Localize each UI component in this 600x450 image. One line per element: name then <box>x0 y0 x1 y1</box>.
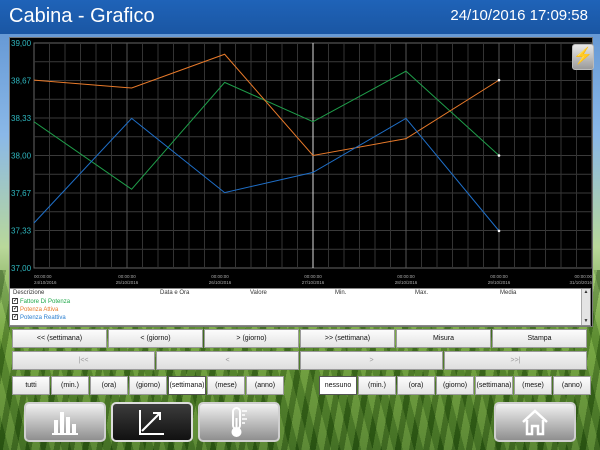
range-right-settimana[interactable]: (settimana) <box>475 376 513 395</box>
home-button[interactable] <box>494 402 576 442</box>
line-chart[interactable]: 39,0038,6738,3338,0037,6737,3337,0000:00… <box>10 38 594 290</box>
col-max: Max. <box>415 290 429 296</box>
prev-day-button[interactable]: < (giorno) <box>108 329 203 348</box>
last-button[interactable]: >>| <box>444 351 587 370</box>
col-descrizione: Descrizione <box>13 290 45 296</box>
legend-item-reattiva[interactable]: ✓ Potenza Reattiva <box>12 314 66 322</box>
range-left-tutti[interactable]: tutti <box>12 376 50 395</box>
range-right-giorno[interactable]: (giorno) <box>436 376 474 395</box>
x-tick-time: 00:00:00 <box>211 274 229 279</box>
y-tick-label: 39,00 <box>11 39 32 48</box>
range-left-ora[interactable]: (ora) <box>90 376 128 395</box>
datetime-display: 24/10/2016 17:09:58 <box>450 7 588 24</box>
line-chart-icon <box>139 410 164 435</box>
col-media: Media <box>500 290 517 296</box>
y-tick-label: 38,00 <box>11 152 32 161</box>
next-day-button[interactable]: > (giorno) <box>204 329 299 348</box>
thermometer-icon <box>231 407 247 437</box>
y-tick-label: 37,67 <box>11 189 32 198</box>
x-tick-time: 00:00:00 <box>118 274 136 279</box>
home-icon <box>522 409 548 436</box>
y-tick-label: 37,33 <box>11 227 32 236</box>
col-valore: Valore <box>250 290 267 296</box>
info-header: Descrizione Data e Ora Valore Min. Max. … <box>10 290 582 298</box>
legend-label: Potenza Reattiva <box>20 315 66 321</box>
line-chart-button[interactable] <box>111 402 193 442</box>
prev-button[interactable]: < <box>156 351 299 370</box>
legend-item-fattore[interactable]: ✓ Fattore Di Potenza <box>12 298 70 306</box>
x-tick-date: 28/10/2016 <box>395 280 418 285</box>
bar-chart-button[interactable] <box>24 402 106 442</box>
range-left-anno[interactable]: (anno) <box>246 376 284 395</box>
x-tick-time: 00:00:00 <box>304 274 322 279</box>
stampa-button[interactable]: Stampa <box>492 329 587 348</box>
scroll-down-icon[interactable]: ▼ <box>582 318 590 325</box>
x-tick-date: 29/10/2016 <box>488 280 511 285</box>
x-tick-date: 31/10/2016 <box>569 280 592 285</box>
thermometer-button[interactable] <box>198 402 280 442</box>
range-left-settimana[interactable]: (settimana) <box>168 376 206 395</box>
y-tick-label: 38,67 <box>11 77 32 86</box>
legend-checkbox[interactable]: ✓ <box>12 314 18 321</box>
legend-item-attiva[interactable]: ✓ Potenza Attiva <box>12 306 58 314</box>
info-panel: Descrizione Data e Ora Valore Min. Max. … <box>9 288 591 326</box>
y-tick-label: 38,33 <box>11 114 32 123</box>
range-left-mese[interactable]: (mese) <box>207 376 245 395</box>
legend-checkbox[interactable]: ✓ <box>12 298 18 305</box>
x-tick-time: 00:00:00 <box>34 274 52 279</box>
prev-week-button[interactable]: << (settimana) <box>12 329 107 348</box>
series-end-point <box>497 154 501 157</box>
range-left-giorno[interactable]: (giorno) <box>129 376 167 395</box>
info-scrollbar[interactable]: ▲ ▼ <box>581 289 590 325</box>
page-title: Cabina - Grafico <box>9 5 155 27</box>
x-tick-date: 27/10/2016 <box>302 280 325 285</box>
series-end-point <box>497 78 501 82</box>
lightning-icon: ⚡ <box>573 48 593 65</box>
next-week-button[interactable]: >> (settimana) <box>300 329 395 348</box>
x-tick-date: 24/10/2016 <box>34 280 57 285</box>
y-tick-label: 37,00 <box>11 264 32 273</box>
legend-label: Potenza Attiva <box>20 307 59 313</box>
bar-chart-icon <box>52 412 78 435</box>
x-tick-date: 26/10/2016 <box>209 280 232 285</box>
series-end-point <box>497 229 501 233</box>
legend-label: Fattore Di Potenza <box>20 299 71 305</box>
x-tick-time: 00:00:00 <box>574 274 592 279</box>
x-tick-time: 00:00:00 <box>490 274 508 279</box>
first-button[interactable]: |<< <box>12 351 155 370</box>
range-right-mese[interactable]: (mese) <box>514 376 552 395</box>
range-right-nessuno[interactable]: nessuno <box>319 376 357 395</box>
range-right-min[interactable]: (min.) <box>358 376 396 395</box>
range-right-anno[interactable]: (anno) <box>553 376 591 395</box>
col-data-ora: Data e Ora <box>160 290 190 296</box>
flash-button[interactable]: ⚡ <box>572 44 594 70</box>
range-right-ora[interactable]: (ora) <box>397 376 435 395</box>
x-tick-date: 25/10/2016 <box>116 280 139 285</box>
legend-checkbox[interactable]: ✓ <box>12 306 18 313</box>
x-tick-time: 00:00:00 <box>397 274 415 279</box>
misura-button[interactable]: Misura <box>396 329 491 348</box>
header-bar: Cabina - Grafico 24/10/2016 17:09:58 <box>0 0 600 34</box>
col-min: Min. <box>335 290 347 296</box>
next-button[interactable]: > <box>300 351 443 370</box>
scroll-up-icon[interactable]: ▲ <box>582 289 590 296</box>
chart-panel[interactable]: 39,00 38,67 38,33 38,00 37,67 37,33 37,00 00:00… <box>9 37 594 327</box>
range-left-min[interactable]: (min.) <box>51 376 89 395</box>
